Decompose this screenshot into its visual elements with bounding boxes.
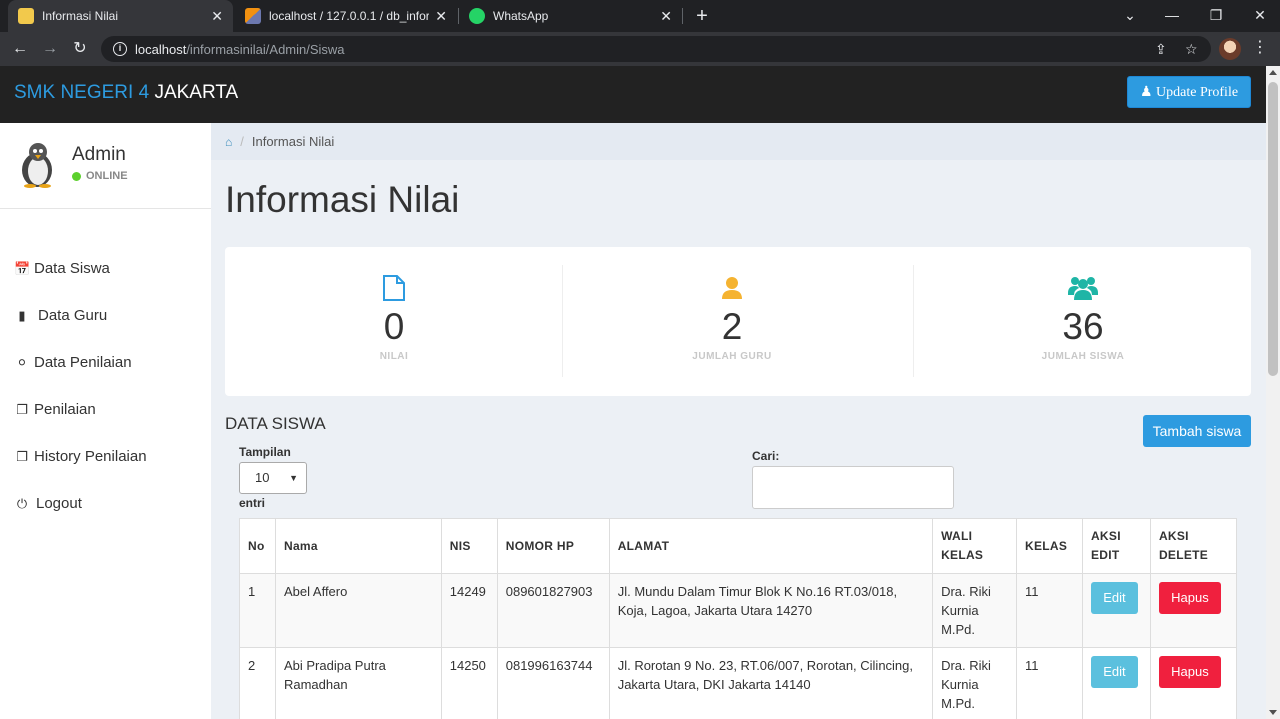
col-header-no[interactable]: No: [239, 518, 276, 574]
table-header-row: No Nama NIS NOMOR HP ALAMAT WALI KELAS K…: [239, 518, 1238, 574]
copy-icon: ❐: [16, 448, 28, 464]
user-icon: ♟: [1139, 85, 1153, 100]
col-header-nomor-hp[interactable]: NOMOR HP: [496, 518, 610, 574]
user-status: ONLINE: [72, 170, 128, 182]
main-content: ⌂ / Informasi Nilai Informasi Nilai 0 NI…: [211, 123, 1266, 719]
address-bar[interactable]: i localhost/informasinilai/Admin/Siswa ⇪…: [101, 36, 1211, 62]
maximize-icon[interactable]: ❐: [1196, 0, 1236, 32]
entries-select[interactable]: 10 ▼: [239, 462, 307, 494]
top-navbar: SMK NEGERI 4 JAKARTA ♟ Update Profile: [0, 66, 1266, 123]
tab-separator: [682, 8, 683, 24]
penguin-avatar: [22, 143, 52, 188]
edit-button[interactable]: Edit: [1090, 656, 1138, 688]
scroll-down-icon[interactable]: [1269, 710, 1277, 715]
chevron-down-icon: ▼: [289, 473, 298, 483]
stat-jumlah-guru: 2 JUMLAH GURU: [563, 265, 901, 377]
browser-tab-bar: Informasi Nilai ✕ localhost / 127.0.0.1 …: [0, 0, 1280, 32]
share-icon[interactable]: ⇪: [1155, 36, 1167, 62]
col-header-nama[interactable]: Nama: [274, 518, 442, 574]
col-header-kelas[interactable]: KELAS: [1015, 518, 1083, 574]
col-header-aksi-delete[interactable]: AKSI DELETE: [1149, 518, 1238, 574]
col-header-wali-kelas[interactable]: WALI KELAS: [932, 518, 1017, 574]
user-panel: Admin ONLINE: [0, 123, 211, 209]
show-entries-label: Tampilan: [239, 445, 291, 459]
page-scrollbar[interactable]: [1266, 66, 1280, 719]
breadcrumb: ⌂ / Informasi Nilai: [211, 123, 1266, 160]
close-tab-icon[interactable]: ✕: [211, 8, 223, 25]
breadcrumb-current: Informasi Nilai: [251, 134, 335, 149]
brand-logo[interactable]: SMK NEGERI 4 JAKARTA: [14, 82, 238, 104]
sidebar-item-penilaian[interactable]: ❐ Penilaian: [14, 401, 96, 418]
sidebar: Admin ONLINE 📅 Data Siswa ▮​ Data Guru ⚪ Da…: [0, 123, 211, 719]
reload-icon[interactable]: ↻: [68, 37, 92, 61]
stat-jumlah-siswa: 36 JUMLAH SISWA: [914, 265, 1252, 377]
sidebar-item-data-guru[interactable]: ▮​ Data Guru: [14, 307, 107, 324]
user-icon: [722, 277, 742, 299]
profile-avatar[interactable]: [1219, 38, 1241, 60]
users-icon: [1068, 277, 1098, 300]
col-header-alamat[interactable]: ALAMAT: [608, 518, 934, 574]
file-icon: [383, 275, 405, 301]
students-table: No Nama NIS NOMOR HP ALAMAT WALI KELAS K…: [239, 518, 1238, 719]
update-profile-button[interactable]: ♟ Update Profile: [1127, 76, 1251, 108]
browser-tab-phpmyadmin[interactable]: localhost / 127.0.0.1 / db_informasi ✕: [235, 0, 457, 32]
phpmyadmin-favicon-icon: [245, 8, 261, 24]
close-window-icon[interactable]: ✕: [1240, 0, 1280, 32]
bookmark-star-icon[interactable]: ☆: [1185, 36, 1198, 62]
tab-search-chevron-icon[interactable]: ⌄: [1110, 0, 1150, 32]
search-label: Cari:: [752, 449, 780, 463]
scroll-up-icon[interactable]: [1269, 70, 1277, 75]
back-arrow-icon[interactable]: ←: [8, 37, 32, 61]
delete-button[interactable]: Hapus: [1158, 656, 1221, 688]
edit-button[interactable]: Edit: [1090, 582, 1138, 614]
search-input[interactable]: [752, 466, 954, 509]
browser-toolbar: ← → ↻ i localhost/informasinilai/Admin/S…: [0, 32, 1280, 66]
table-row: 2 Abi Pradipa Putra Ramadhan 14250 08199…: [239, 647, 1238, 719]
scrollbar-thumb[interactable]: [1268, 82, 1278, 376]
close-tab-icon[interactable]: ✕: [660, 8, 672, 25]
web-page: SMK NEGERI 4 JAKARTA ♟ Update Profile Ad…: [0, 66, 1266, 719]
power-icon: ⏻: [16, 495, 28, 511]
whatsapp-favicon-icon: [469, 8, 485, 24]
browser-menu-icon[interactable]: ⋮: [1252, 37, 1268, 57]
home-icon[interactable]: ⌂: [225, 135, 232, 149]
page-title: Informasi Nilai: [225, 179, 460, 220]
user-name: Admin: [72, 144, 126, 165]
close-tab-icon[interactable]: ✕: [435, 8, 447, 25]
sidebar-item-logout[interactable]: ⏻ Logout: [14, 495, 82, 512]
sidebar-item-data-penilaian[interactable]: ⚪ Data Penilaian: [14, 354, 132, 371]
new-tab-button[interactable]: +: [692, 4, 712, 28]
calendar-icon: 📅: [14, 260, 31, 276]
online-dot-icon: [72, 171, 81, 181]
minimize-icon[interactable]: —: [1152, 0, 1192, 32]
sidebar-item-data-siswa[interactable]: 📅 Data Siswa: [14, 260, 110, 277]
table-row: 1 Abel Affero 14249 089601827903 Jl. Mun…: [239, 573, 1238, 648]
browser-tab-informasi-nilai[interactable]: Informasi Nilai ✕: [8, 0, 233, 32]
stat-nilai: 0 NILAI: [225, 265, 563, 377]
stats-panel: 0 NILAI 2 JUMLAH GURU 36 JUMLAH SISWA: [225, 247, 1251, 396]
site-favicon-icon: [18, 8, 34, 24]
browser-tab-whatsapp[interactable]: WhatsApp ✕: [459, 0, 682, 32]
site-info-icon[interactable]: i: [113, 42, 127, 56]
add-student-button[interactable]: Tambah siswa: [1143, 415, 1251, 447]
col-header-aksi-edit[interactable]: AKSI EDIT: [1081, 518, 1151, 574]
forward-arrow-icon[interactable]: →: [38, 37, 62, 61]
toggle-icon: ⚪: [16, 354, 28, 370]
copy-icon: ❐: [16, 401, 28, 417]
col-header-nis[interactable]: NIS: [440, 518, 498, 574]
bar-chart-icon: ▮​: [18, 307, 26, 323]
section-title: DATA SISWA: [225, 414, 326, 433]
delete-button[interactable]: Hapus: [1158, 582, 1221, 614]
sidebar-item-history-penilaian[interactable]: ❐ History Penilaian: [14, 448, 146, 465]
entries-suffix-label: entri: [239, 496, 266, 510]
